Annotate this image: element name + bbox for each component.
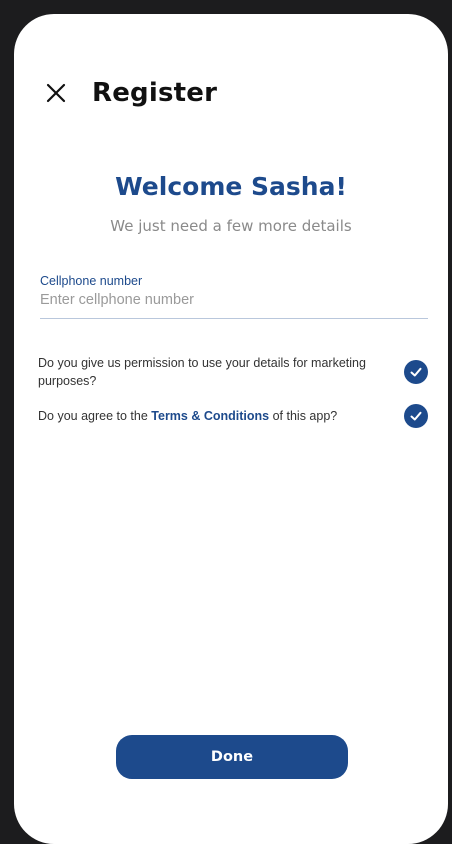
- cellphone-label: Cellphone number: [40, 274, 143, 288]
- checkmark-icon: [410, 367, 422, 377]
- cellphone-field: Cellphone number: [40, 274, 428, 319]
- terms-conditions-link[interactable]: Terms & Conditions: [151, 409, 269, 423]
- welcome-subtitle: We just need a few more details: [110, 217, 352, 235]
- marketing-consent-checkbox[interactable]: [404, 360, 428, 384]
- terms-text-before: Do you agree to the: [38, 409, 152, 423]
- cellphone-input[interactable]: [40, 292, 428, 319]
- terms-consent-row: Do you agree to the Terms & Conditions o…: [38, 404, 428, 428]
- register-screen: Register Welcome Sasha! We just need a f…: [14, 14, 448, 844]
- welcome-title: Welcome Sasha!: [115, 172, 347, 201]
- header: Register: [42, 78, 217, 108]
- page-title: Register: [92, 78, 218, 108]
- done-button[interactable]: Done: [116, 735, 348, 779]
- marketing-consent-text: Do you give us permission to use your de…: [38, 356, 366, 388]
- terms-consent-checkbox[interactable]: [404, 404, 428, 428]
- close-button[interactable]: [42, 79, 70, 107]
- marketing-consent-row: Do you give us permission to use your de…: [38, 354, 428, 390]
- close-icon: [46, 83, 66, 103]
- checkmark-icon: [410, 411, 422, 421]
- device-frame: Register Welcome Sasha! We just need a f…: [0, 0, 452, 844]
- terms-consent-text: Do you agree to the Terms & Conditions o…: [38, 407, 368, 425]
- terms-text-after: of this app?: [269, 409, 338, 423]
